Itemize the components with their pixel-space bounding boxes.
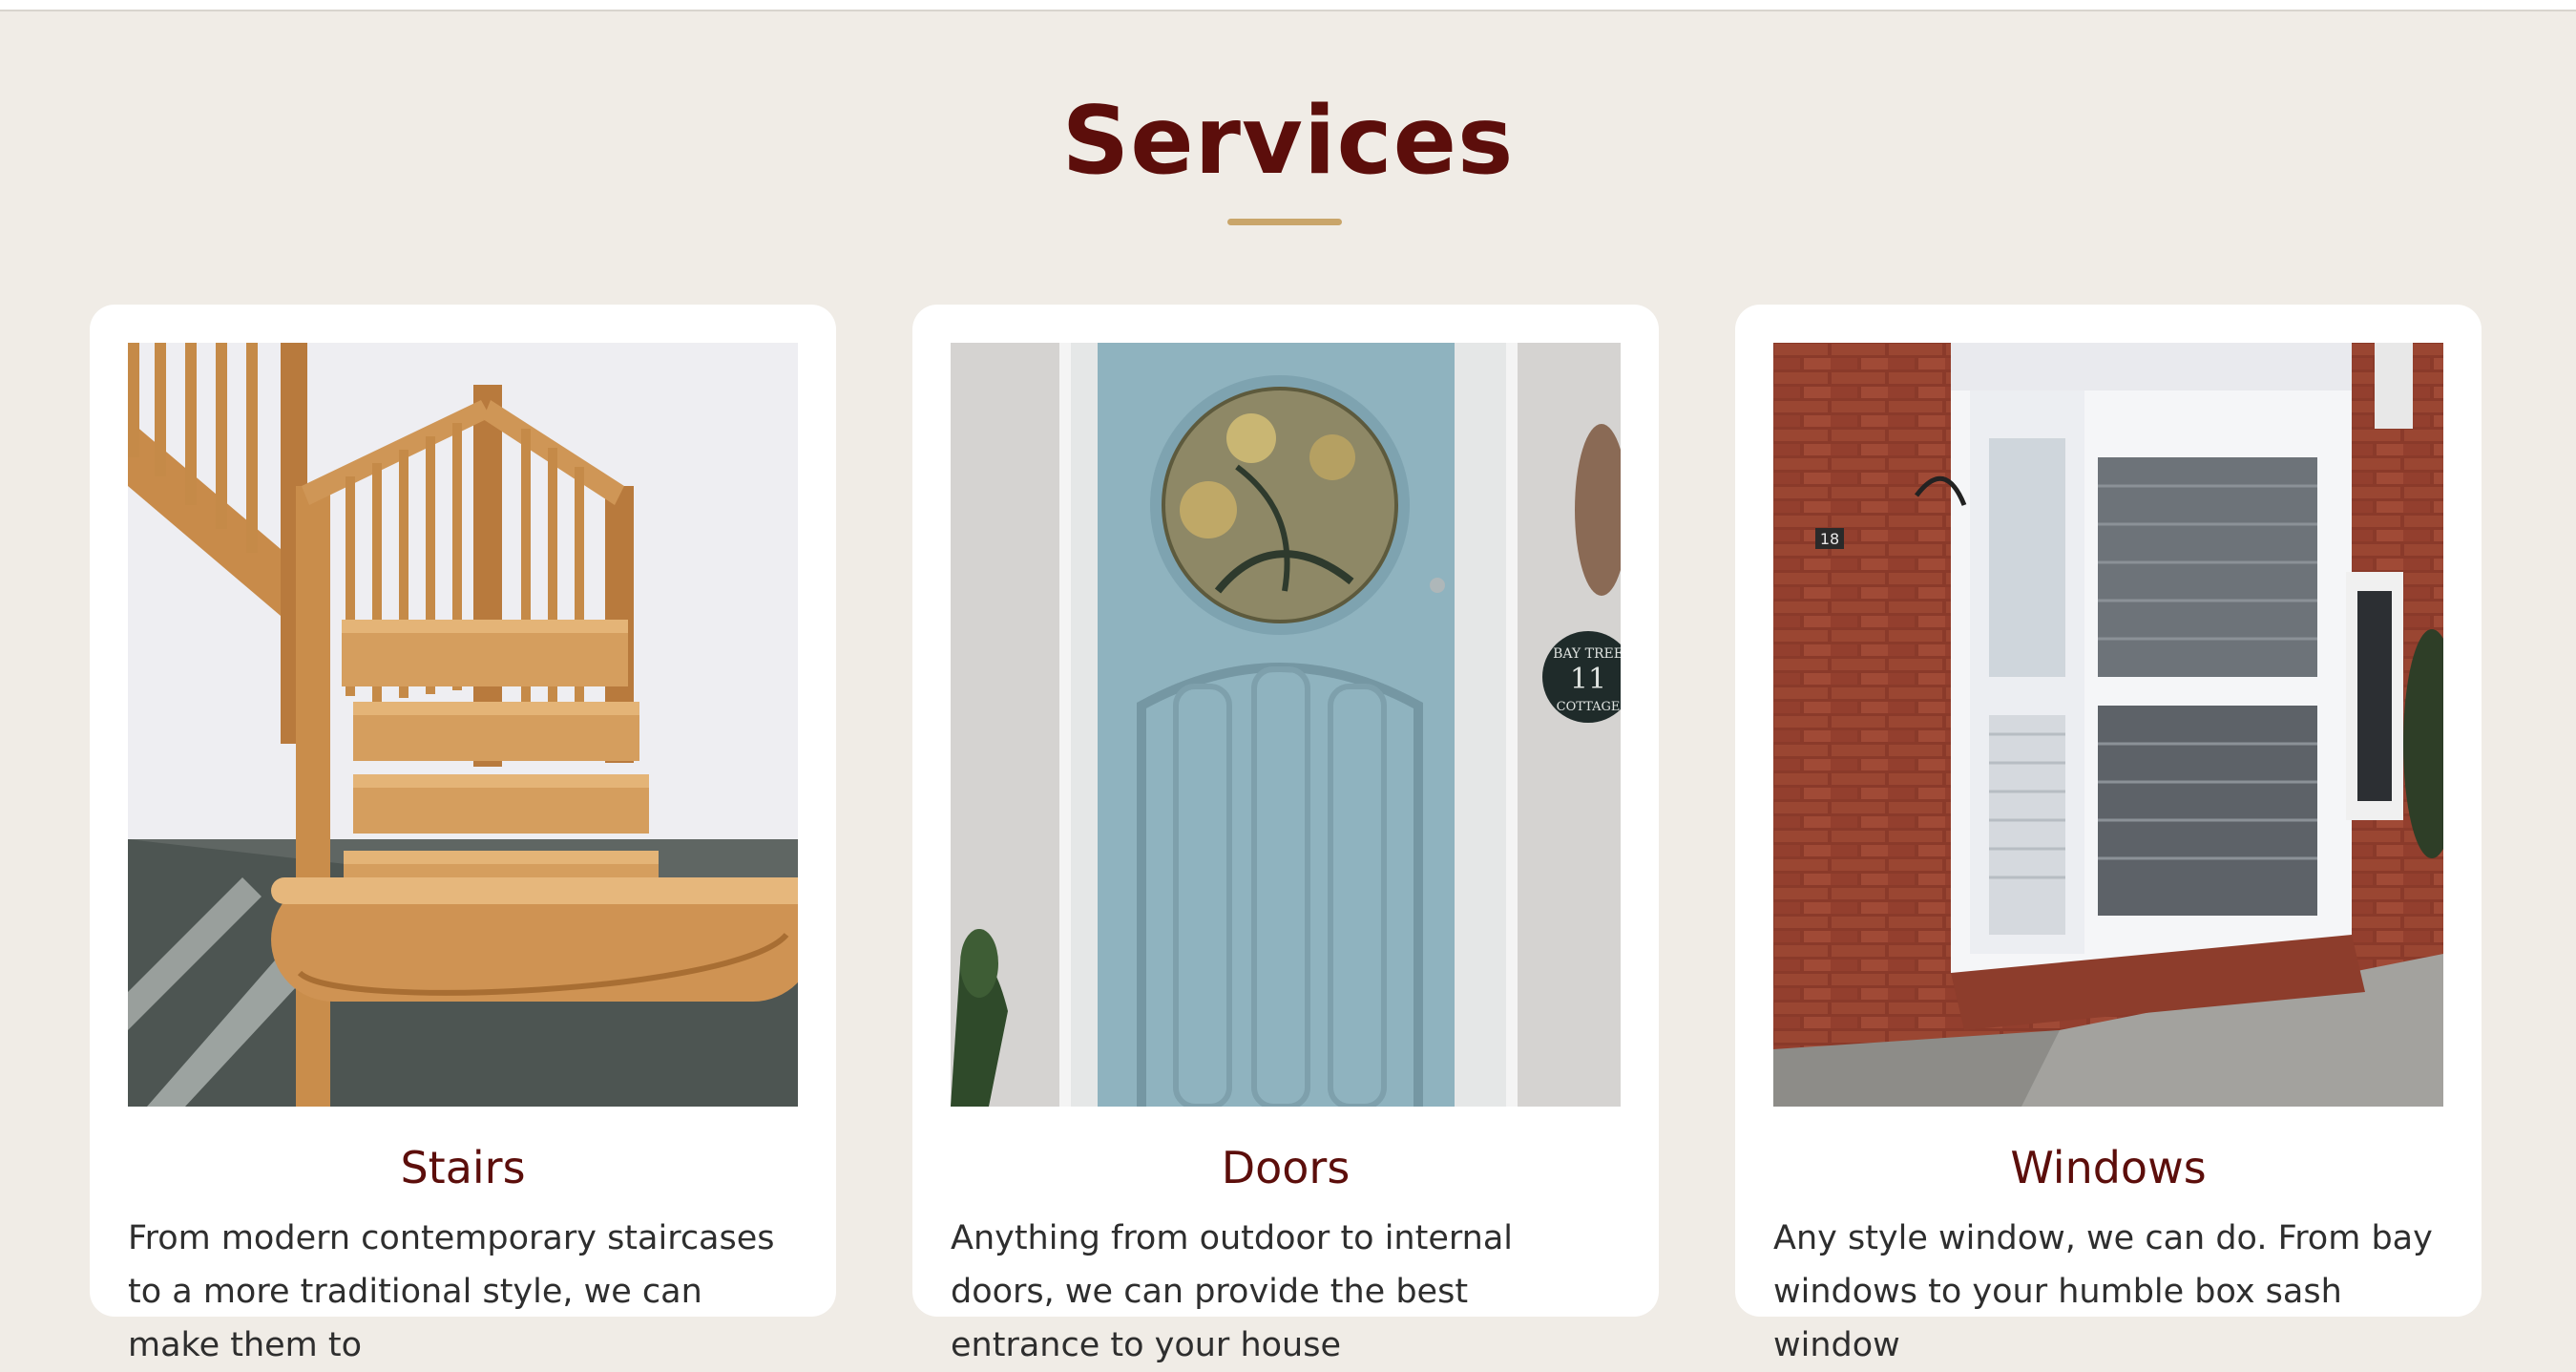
card-title: Doors <box>1221 1142 1351 1193</box>
service-card-windows[interactable]: 18 Windows Any style window, we can do. … <box>1735 305 2482 1364</box>
title-underline <box>1227 219 1342 225</box>
service-card-stairs[interactable]: Stairs From modern contemporary staircas… <box>90 305 836 1364</box>
card-description: Any style window, we can do. From bay wi… <box>1773 1219 2433 1364</box>
section-title: Services <box>1061 87 1515 196</box>
header-bottom-edge <box>0 0 2576 11</box>
doors-image: BAY TREE 11 COTTAGE <box>951 343 1621 1107</box>
sign-number: 11 <box>1570 663 1606 696</box>
sign-line1: BAY TREE <box>1553 646 1621 662</box>
house-number: 18 <box>1820 530 1839 548</box>
card-description: From modern contemporary staircases to a… <box>128 1219 775 1364</box>
stairs-image <box>128 343 798 1107</box>
sign-line2: COTTAGE <box>1557 700 1621 714</box>
card-title: Windows <box>2010 1142 2207 1193</box>
service-card-doors[interactable]: BAY TREE 11 COTTAGE Doors Anything from … <box>912 305 1659 1364</box>
card-description: Anything from outdoor to internal doors,… <box>951 1219 1514 1364</box>
card-title: Stairs <box>400 1142 526 1193</box>
windows-image: 18 <box>1773 343 2443 1107</box>
